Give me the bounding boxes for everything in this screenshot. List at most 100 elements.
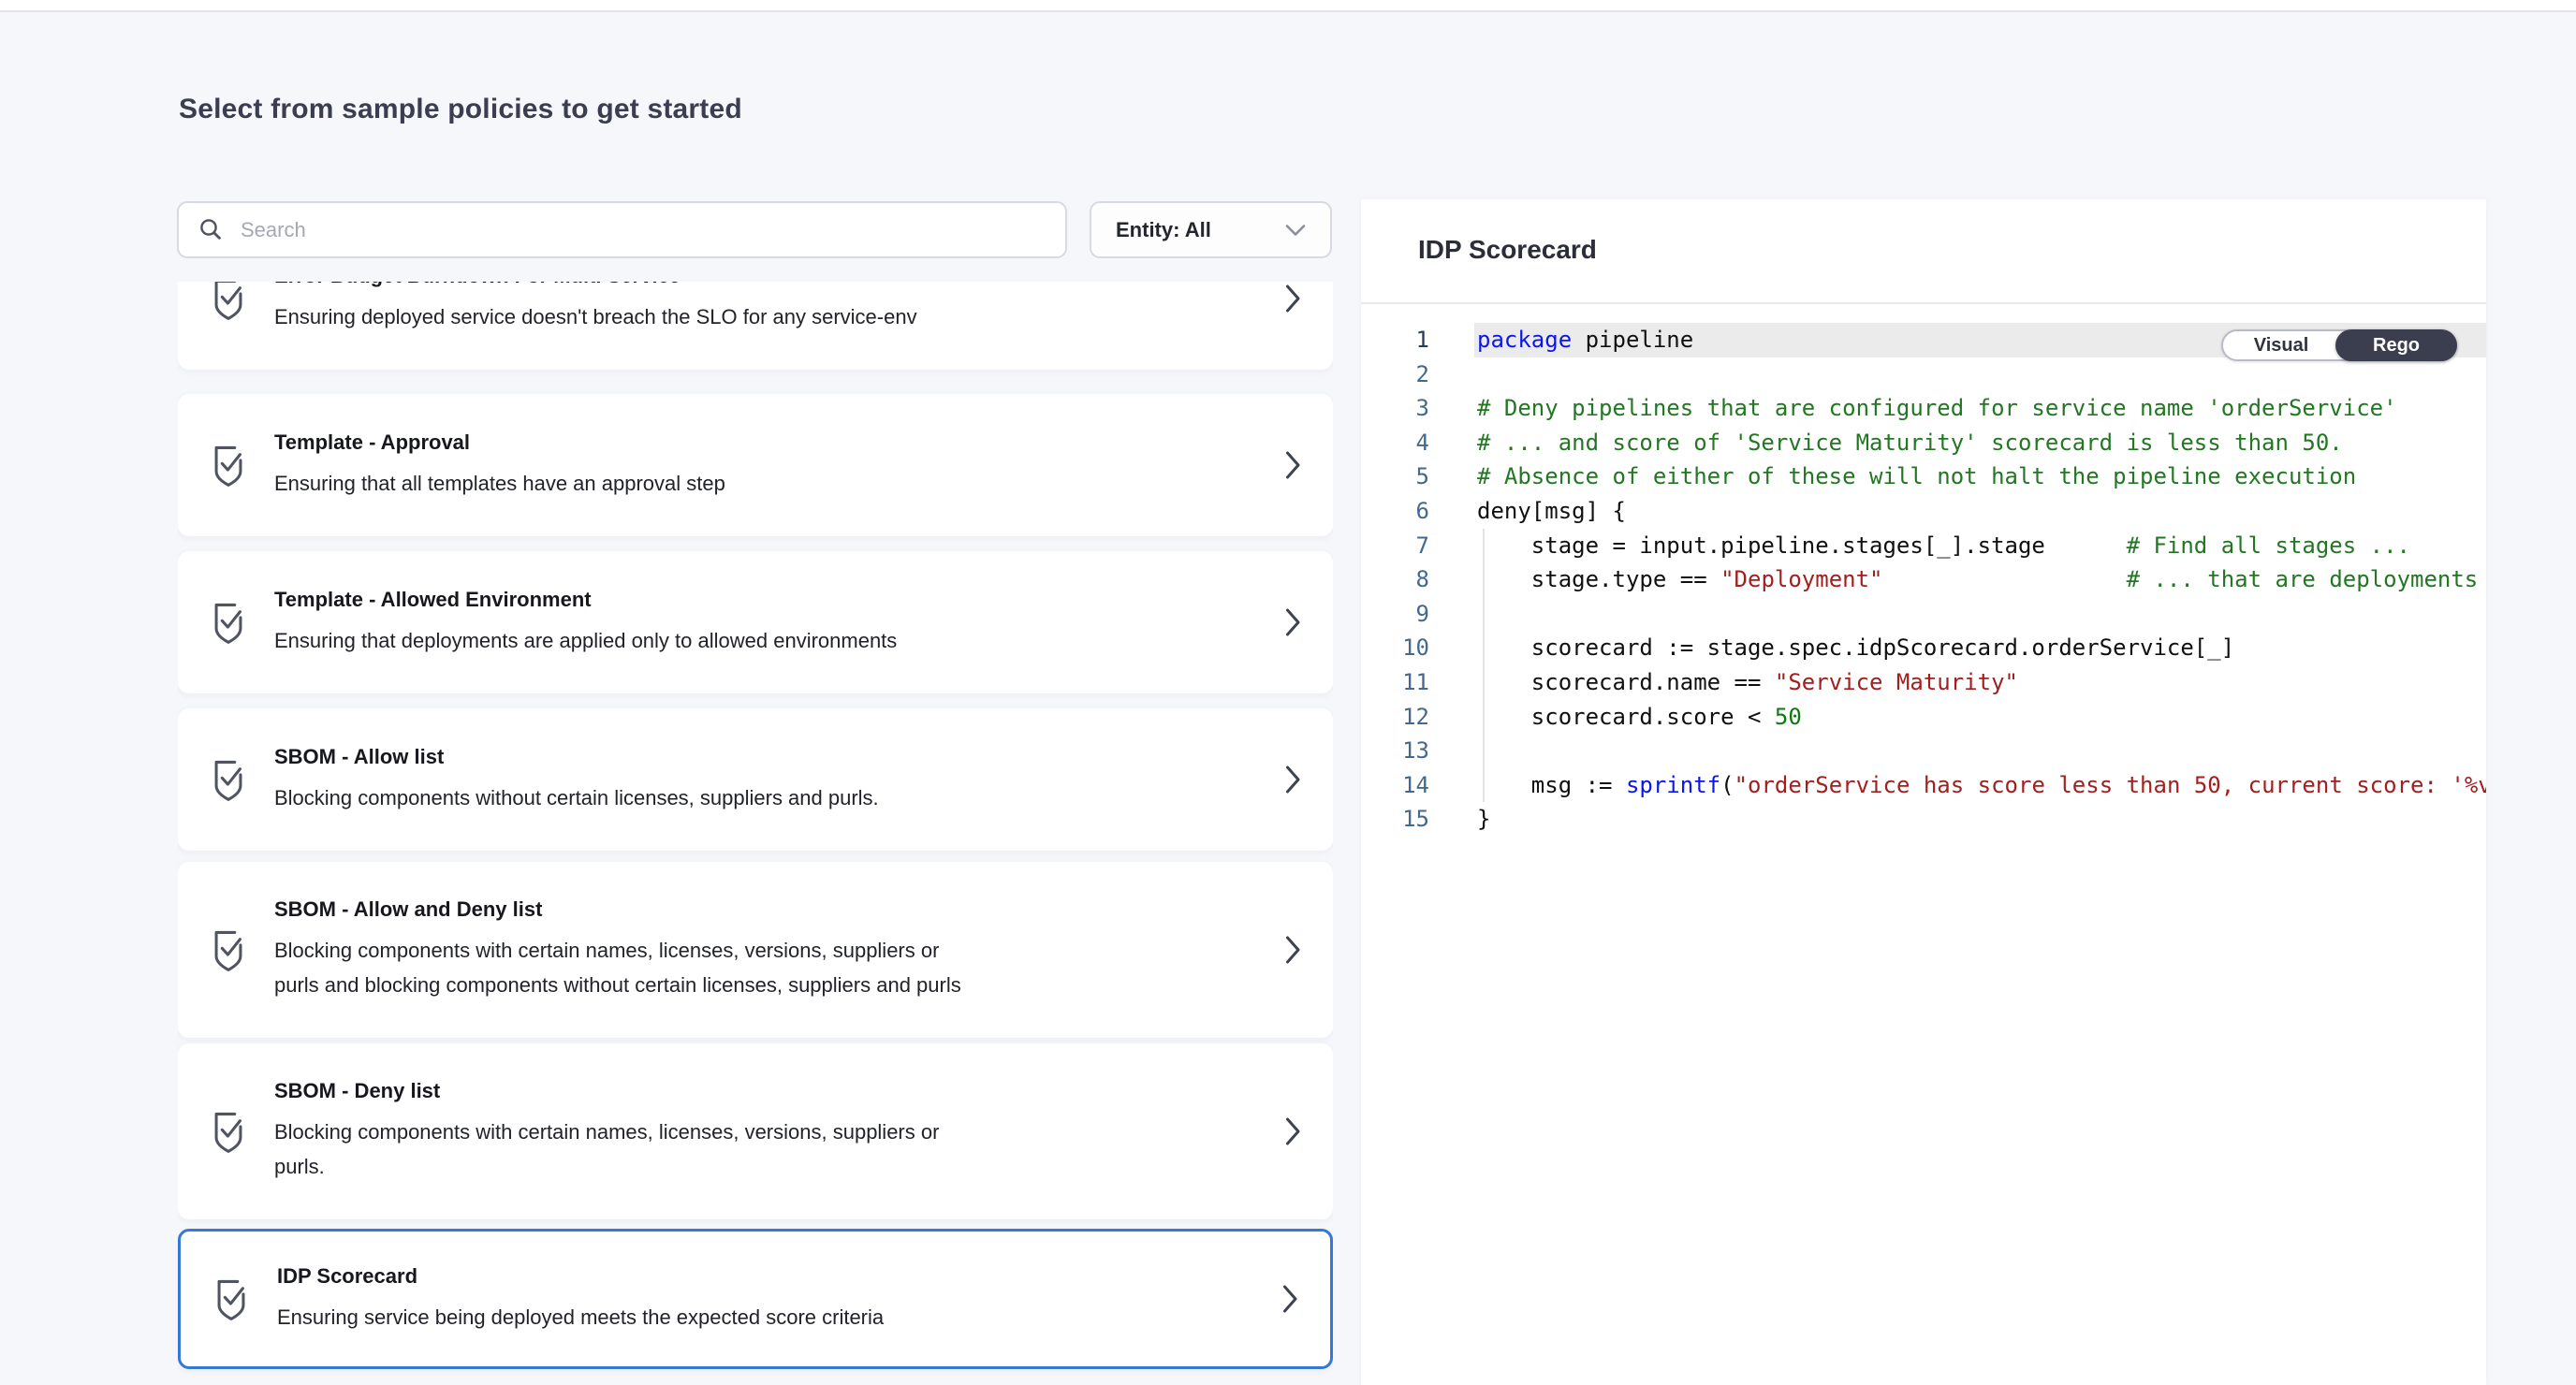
code-line-content: } bbox=[1474, 802, 2486, 837]
shield-check-icon bbox=[214, 1276, 248, 1321]
panel-title: IDP Scorecard bbox=[1418, 235, 1597, 265]
code-token: scorecard := stage.spec.idpScorecard.ord… bbox=[1477, 634, 2234, 661]
policy-card[interactable]: Template - Allowed EnvironmentEnsuring t… bbox=[178, 551, 1333, 693]
code-token: "orderService has score less than 50, cu… bbox=[1734, 772, 2486, 798]
code-line-content: scorecard.name == "Service Maturity" bbox=[1474, 665, 2486, 700]
policy-card-description: Blocking components with certain names, … bbox=[274, 933, 1285, 1002]
code-line[interactable]: 8 stage.type == "Deployment" # ... that … bbox=[1361, 562, 2486, 597]
toggle-option-rego[interactable]: Rego bbox=[2335, 329, 2457, 361]
policy-card[interactable]: SBOM - Allow listBlocking components wit… bbox=[178, 708, 1333, 851]
policy-card-description-line: Blocking components with certain names, … bbox=[274, 1115, 1285, 1149]
line-number: 4 bbox=[1361, 426, 1429, 460]
chevron-right-icon[interactable] bbox=[1285, 935, 1301, 965]
policy-card-text: Template - Allowed EnvironmentEnsuring t… bbox=[274, 588, 1285, 658]
policy-card-title: Template - Approval bbox=[274, 430, 1285, 455]
code-line-content: stage = input.pipeline.stages[_].stage #… bbox=[1474, 529, 2486, 563]
code-line[interactable]: 9 bbox=[1361, 597, 2486, 632]
code-token: "Service Maturity" bbox=[1775, 669, 2018, 695]
entity-filter-dropdown[interactable]: Entity: All bbox=[1090, 201, 1332, 258]
policy-card-description: Blocking components without certain lice… bbox=[274, 780, 1285, 815]
shield-check-icon bbox=[212, 1109, 245, 1154]
code-line[interactable]: 15} bbox=[1361, 802, 2486, 837]
toggle-option-visual[interactable]: Visual bbox=[2223, 331, 2339, 359]
code-line[interactable]: 5 # Absence of either of these will not h… bbox=[1361, 459, 2486, 494]
chevron-right-icon[interactable] bbox=[1285, 1116, 1301, 1146]
policy-card-description: Blocking components with certain names, … bbox=[274, 1115, 1285, 1184]
code-line-content: deny[msg] { bbox=[1474, 494, 2486, 529]
code-token: stage.type == bbox=[1477, 566, 1720, 592]
code-line[interactable]: 11 scorecard.name == "Service Maturity" bbox=[1361, 665, 2486, 700]
code-line[interactable]: 14 msg := sprintf("orderService has scor… bbox=[1361, 768, 2486, 803]
line-number: 1 bbox=[1361, 323, 1429, 357]
code-line[interactable]: 3# Deny pipelines that are configured fo… bbox=[1361, 391, 2486, 426]
code-token: # ... that are deployments bbox=[2127, 566, 2479, 592]
chevron-right-icon[interactable] bbox=[1282, 1284, 1298, 1314]
code-line[interactable]: 12 scorecard.score < 50 bbox=[1361, 700, 2486, 735]
line-number: 5 bbox=[1361, 459, 1429, 494]
policy-card-description: Ensuring that all templates have an appr… bbox=[274, 466, 1285, 501]
visual-rego-toggle: Visual Rego bbox=[2221, 329, 2457, 361]
indent-guide bbox=[1483, 529, 1485, 803]
code-line-content: # ... and score of 'Service Maturity' sc… bbox=[1474, 426, 2486, 460]
code-line-content: # Absence of either of these will not ha… bbox=[1474, 459, 2486, 494]
code-token: msg := bbox=[1477, 772, 1626, 798]
shield-check-icon bbox=[212, 600, 245, 645]
policy-card[interactable]: Template - Approval Ensuring that all tem… bbox=[178, 394, 1333, 536]
chevron-right-icon[interactable] bbox=[1285, 450, 1301, 480]
policy-card-text: SBOM - Deny list Blocking components with… bbox=[274, 1079, 1285, 1184]
code-token: # ... and score of 'Service Maturity' sc… bbox=[1477, 430, 2343, 456]
line-number: 9 bbox=[1361, 597, 1429, 632]
code-line[interactable]: 2 bbox=[1361, 357, 2486, 392]
code-line[interactable]: 4 # ... and score of 'Service Maturity' s… bbox=[1361, 426, 2486, 460]
code-line[interactable]: 7 stage = input.pipeline.stages[_].stage… bbox=[1361, 529, 2486, 563]
entity-filter-label: Entity: All bbox=[1116, 218, 1211, 242]
code-token: # Deny pipelines that are configured for… bbox=[1477, 395, 2397, 421]
line-number: 6 bbox=[1361, 494, 1429, 529]
chevron-right-icon[interactable] bbox=[1285, 765, 1301, 795]
code-token: 50 bbox=[1775, 704, 1802, 730]
policy-card-description-line: purls and blocking components without ce… bbox=[274, 968, 1285, 1002]
code-token: "Deployment" bbox=[1720, 566, 1882, 592]
policy-card-text: Error Budget Burndown For Multi ServiceE… bbox=[274, 282, 1285, 334]
code-token: } bbox=[1477, 806, 1490, 832]
line-number: 10 bbox=[1361, 631, 1429, 665]
code-line-content: stage.type == "Deployment" # ... that ar… bbox=[1474, 562, 2486, 597]
policy-card[interactable]: SBOM - Allow and Deny listBlocking compo… bbox=[178, 862, 1333, 1038]
chevron-right-icon[interactable] bbox=[1285, 607, 1301, 637]
line-number: 15 bbox=[1361, 802, 1429, 837]
policy-card[interactable]: SBOM - Deny list Blocking components with… bbox=[178, 1043, 1333, 1219]
page-title: Select from sample policies to get start… bbox=[179, 94, 742, 125]
code-token: scorecard.score < bbox=[1477, 704, 1775, 730]
policy-card-description: Ensuring deployed service doesn't breach… bbox=[274, 299, 1285, 334]
top-bar bbox=[0, 0, 2576, 12]
line-number: 14 bbox=[1361, 768, 1429, 803]
policy-card-title: Template - Allowed Environment bbox=[274, 588, 1285, 612]
chevron-right-icon[interactable] bbox=[1285, 284, 1301, 313]
code-editor[interactable]: 1package pipeline23# Deny pipelines that… bbox=[1361, 323, 2486, 837]
policy-card-description-line: Blocking components with certain names, … bbox=[274, 933, 1285, 968]
code-token: stage = input.pipeline.stages[_].stage bbox=[1477, 532, 2127, 559]
shield-check-icon bbox=[212, 282, 245, 321]
search-box[interactable] bbox=[177, 201, 1067, 258]
code-token: # Find all stages ... bbox=[2127, 532, 2410, 559]
policy-preview-panel: IDP Scorecard Visual Rego 1package pipel… bbox=[1361, 199, 2486, 1385]
policy-card-description: Ensuring service being deployed meets th… bbox=[277, 1300, 1282, 1334]
policy-card-text: SBOM - Allow and Deny listBlocking compo… bbox=[274, 897, 1285, 1002]
code-line[interactable]: 13 bbox=[1361, 734, 2486, 768]
policy-card[interactable]: Error Budget Burndown For Multi ServiceE… bbox=[178, 282, 1333, 370]
shield-check-icon bbox=[212, 757, 245, 802]
code-token: pipeline bbox=[1572, 327, 1693, 353]
policy-card-text: Template - Approval Ensuring that all tem… bbox=[274, 430, 1285, 501]
policy-card[interactable]: IDP Scorecard Ensuring service being depl… bbox=[178, 1229, 1333, 1369]
search-input[interactable] bbox=[239, 217, 1065, 243]
policy-card-text: SBOM - Allow listBlocking components wit… bbox=[274, 745, 1285, 815]
code-token: deny[msg] { bbox=[1477, 498, 1626, 524]
code-line-content: scorecard := stage.spec.idpScorecard.ord… bbox=[1474, 631, 2486, 665]
line-number: 8 bbox=[1361, 562, 1429, 597]
code-line-content: msg := sprintf("orderService has score l… bbox=[1474, 768, 2486, 803]
code-line[interactable]: 6 deny[msg] { bbox=[1361, 494, 2486, 529]
policy-card-title: IDP Scorecard bbox=[277, 1264, 1282, 1289]
code-line[interactable]: 10 scorecard := stage.spec.idpScorecard.… bbox=[1361, 631, 2486, 665]
code-token: scorecard.name == bbox=[1477, 669, 1775, 695]
policy-card-title: SBOM - Deny list bbox=[274, 1079, 1285, 1103]
